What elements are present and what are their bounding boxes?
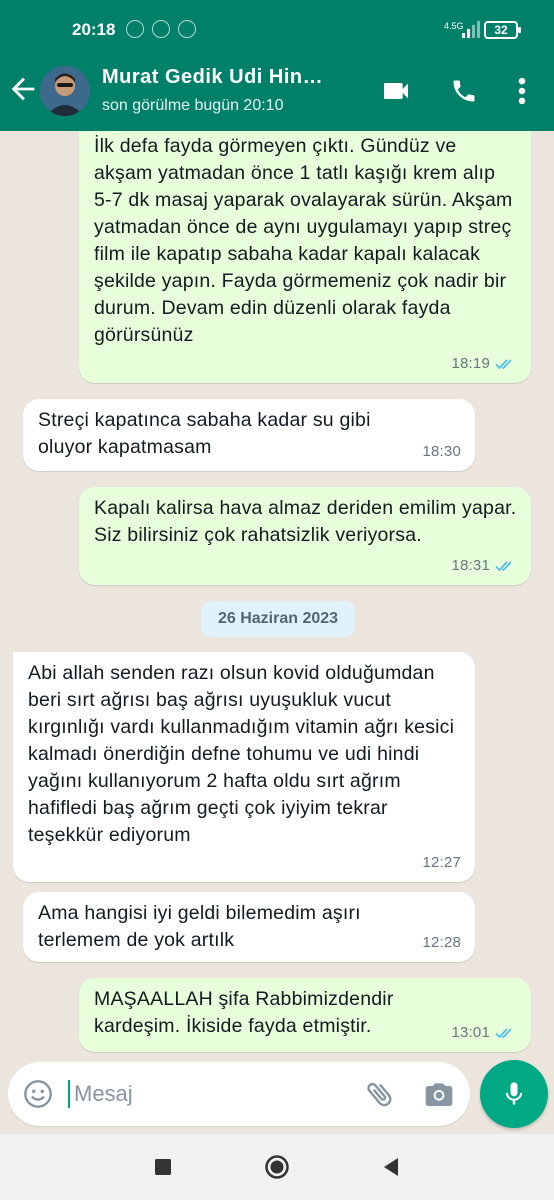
attach-icon[interactable] xyxy=(364,1078,396,1110)
message-meta: 18:31 xyxy=(451,552,517,579)
read-ticks-icon xyxy=(495,560,512,571)
message-meta: 18:19 xyxy=(451,350,517,377)
message-text: MAŞAALLAH şifa Rabbimizdendir kardeşim. … xyxy=(94,988,394,1037)
emoji-icon[interactable] xyxy=(22,1078,54,1110)
status-bar: 20:18 4.5G 32 xyxy=(0,0,554,62)
notification-icon xyxy=(126,20,144,38)
mic-icon xyxy=(505,1082,523,1105)
recent-apps-icon[interactable] xyxy=(150,1154,176,1180)
camera-icon[interactable] xyxy=(422,1078,456,1110)
message-incoming[interactable]: Streçi kapatınca sabaha kadar su gibi ol… xyxy=(23,399,475,471)
back-arrow-icon[interactable] xyxy=(6,72,40,106)
message-text: Ama hangisi iyi geldi bilemedim aşırı te… xyxy=(38,902,361,951)
message-time: 18:19 xyxy=(451,355,490,372)
last-seen: son görülme bugün 20:10 xyxy=(102,97,284,114)
read-ticks-icon xyxy=(495,1027,512,1038)
system-nav-bar xyxy=(0,1134,554,1200)
notification-icon xyxy=(178,20,196,38)
notification-icons xyxy=(126,20,196,38)
message-composer xyxy=(8,1062,470,1126)
nav-back-icon[interactable] xyxy=(378,1154,404,1180)
message-meta: 18:30 xyxy=(422,438,461,465)
contact-name: Murat Gedik Udi Hin… xyxy=(102,66,324,88)
battery-level: 32 xyxy=(494,23,508,37)
notification-icon xyxy=(152,20,170,38)
message-text: Streçi kapatınca sabaha kadar su gibi ol… xyxy=(38,409,371,458)
message-input[interactable] xyxy=(74,1076,354,1112)
message-time: 18:31 xyxy=(451,557,490,574)
message-text: İlk defa fayda görmeyen çıktı. Gündüz ve… xyxy=(94,135,513,346)
status-time: 20:18 xyxy=(72,20,116,39)
message-outgoing[interactable]: MAŞAALLAH şifa Rabbimizdendir kardeşim. … xyxy=(79,978,531,1052)
message-meta: 12:28 xyxy=(422,929,461,956)
message-time: 12:28 xyxy=(422,934,461,951)
home-icon[interactable] xyxy=(264,1154,290,1180)
battery-icon: 32 xyxy=(484,21,521,39)
more-vert-icon[interactable] xyxy=(516,74,528,108)
message-incoming[interactable]: Abi allah senden razı olsun kovid olduğu… xyxy=(13,652,475,882)
video-call-icon[interactable] xyxy=(380,74,412,108)
date-divider: 26 Haziran 2023 xyxy=(201,601,355,637)
network-type: 4.5G xyxy=(444,21,464,31)
message-time: 12:27 xyxy=(422,854,461,871)
signal-icon xyxy=(462,20,480,38)
message-meta: 13:01 xyxy=(451,1019,517,1046)
message-outgoing[interactable]: İlk defa fayda görmeyen çıktı. Gündüz ve… xyxy=(79,131,531,383)
avatar[interactable] xyxy=(40,66,90,116)
read-ticks-icon xyxy=(495,358,512,369)
message-incoming[interactable]: Ama hangisi iyi geldi bilemedim aşırı te… xyxy=(23,892,475,962)
message-text: Abi allah senden razı olsun kovid olduğu… xyxy=(28,662,455,846)
message-text: Kapalı kalirsa hava almaz deriden emilim… xyxy=(94,497,517,546)
message-outgoing[interactable]: Kapalı kalirsa hava almaz deriden emilim… xyxy=(79,487,531,585)
chat-header: 20:18 4.5G 32 Murat Gedik Udi Hin… son g… xyxy=(0,0,554,131)
message-time: 13:01 xyxy=(451,1024,490,1041)
message-meta: 12:27 xyxy=(422,849,461,876)
phone-call-icon[interactable] xyxy=(450,74,478,108)
message-list[interactable]: İlk defa fayda görmeyen çıktı. Gündüz ve… xyxy=(0,131,554,1061)
message-time: 18:30 xyxy=(422,443,461,460)
text-caret xyxy=(68,1080,70,1108)
contact-info[interactable]: Murat Gedik Udi Hin… son görülme bugün 2… xyxy=(102,66,362,115)
voice-message-button[interactable] xyxy=(480,1060,548,1128)
